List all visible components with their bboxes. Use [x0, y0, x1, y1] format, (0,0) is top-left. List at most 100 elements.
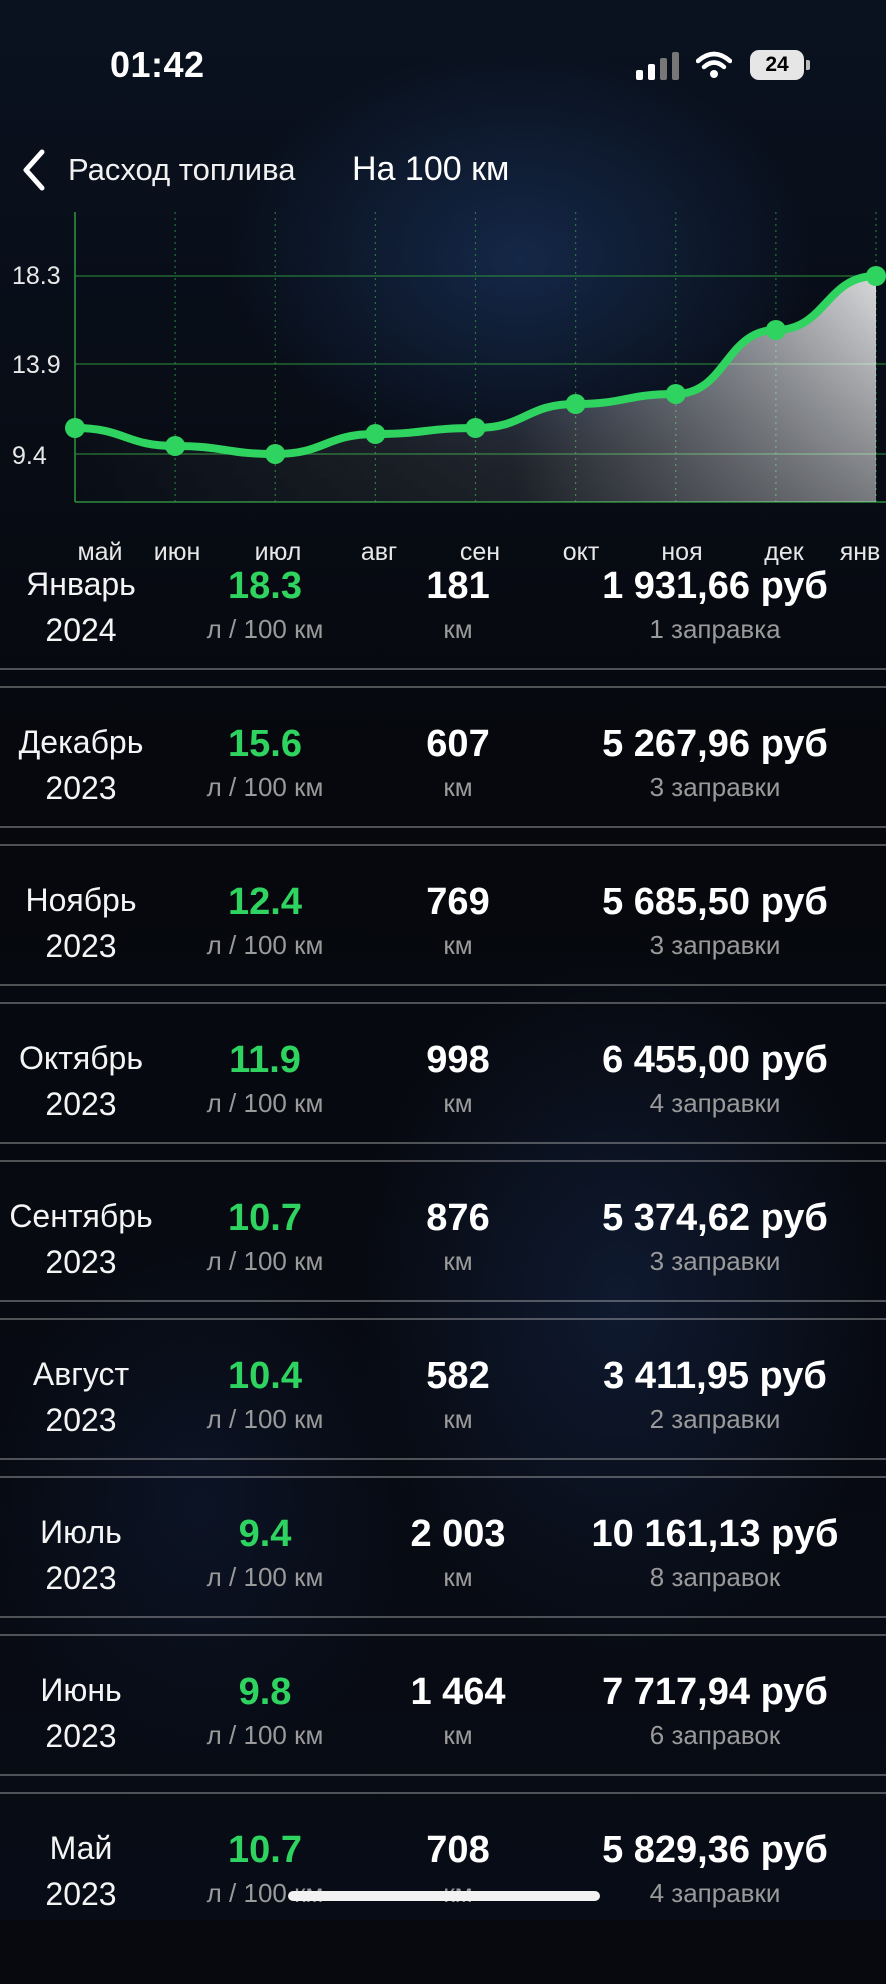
row-consumption-unit: л / 100 км: [206, 614, 324, 644]
row-consumption: 10.7: [228, 1829, 302, 1871]
row-distance-unit: км: [443, 1720, 473, 1750]
status-time: 01:42: [110, 44, 205, 85]
row-month: Январь: [26, 566, 136, 602]
row-cost: 1 931,66 руб: [602, 565, 828, 607]
row-divider: [0, 1774, 886, 1776]
row-cost: 10 161,13 руб: [591, 1513, 839, 1555]
row-year: 2023: [45, 770, 117, 806]
row-divider: [0, 844, 886, 846]
row-month: Сентябрь: [9, 1198, 153, 1234]
row-fillups: 3 заправки: [649, 1246, 781, 1276]
row-distance-unit: км: [443, 772, 473, 802]
row-divider: [0, 1142, 886, 1144]
month-row[interactable]: Ноябрь 2023 12.4 л / 100 км 769 км 5 685…: [0, 844, 886, 1036]
row-cost: 5 374,62 руб: [602, 1197, 828, 1239]
row-consumption: 11.9: [229, 1039, 301, 1081]
row-fillups: 3 заправки: [649, 930, 781, 960]
row-cost: 7 717,94 руб: [602, 1671, 828, 1713]
row-distance-unit: км: [443, 1562, 473, 1592]
back-button-label[interactable]: Расход топлива: [68, 152, 295, 188]
row-consumption: 15.6: [228, 723, 302, 765]
row-cost: 3 411,95 руб: [603, 1355, 827, 1397]
row-year: 2023: [45, 1876, 117, 1912]
data-point[interactable]: [165, 436, 186, 456]
row-distance: 708: [426, 1829, 490, 1871]
row-divider: [0, 1476, 886, 1478]
data-point[interactable]: [565, 394, 586, 414]
monthly-list: Январь 2024 18.3 л / 100 км 181 км 1 931…: [0, 562, 886, 1984]
navigation-bar: Расход топлива На 100 км: [0, 140, 886, 200]
month-row[interactable]: Декабрь 2023 15.6 л / 100 км 607 км 5 26…: [0, 686, 886, 878]
y-tick-label: 9.4: [12, 442, 47, 470]
row-consumption-unit: л / 100 км: [206, 1088, 324, 1118]
data-point[interactable]: [365, 424, 386, 444]
row-year: 2023: [45, 1086, 117, 1122]
row-fillups: 4 заправки: [649, 1878, 781, 1908]
row-year: 2024: [45, 612, 117, 648]
row-consumption-unit: л / 100 км: [206, 930, 324, 960]
row-divider: [0, 1458, 886, 1460]
month-row[interactable]: Сентябрь 2023 10.7 л / 100 км 876 км 5 3…: [0, 1160, 886, 1352]
row-month: Июль: [40, 1514, 122, 1550]
row-distance-unit: км: [443, 1088, 473, 1118]
row-year: 2023: [45, 1560, 117, 1596]
row-divider: [0, 1300, 886, 1302]
data-point[interactable]: [465, 418, 486, 438]
mode-selector[interactable]: На 100 км: [352, 150, 509, 189]
row-divider: [0, 1634, 886, 1636]
row-divider: [0, 826, 886, 828]
month-row[interactable]: Октябрь 2023 11.9 л / 100 км 998 км 6 45…: [0, 1002, 886, 1194]
row-distance: 2 003: [410, 1513, 506, 1555]
row-distance: 582: [426, 1355, 490, 1397]
row-distance: 769: [426, 881, 490, 923]
data-point[interactable]: [265, 444, 286, 464]
row-consumption: 18.3: [228, 565, 302, 607]
battery-level: 24: [750, 50, 804, 80]
chart-plot: [65, 212, 886, 503]
y-tick-label: 18.3: [12, 262, 61, 290]
row-divider: [0, 1616, 886, 1618]
row-consumption: 12.4: [228, 881, 302, 923]
data-point[interactable]: [65, 418, 85, 438]
consumption-chart: 18.3 13.9 9.4 май июн июл авг сен окт но…: [0, 212, 886, 572]
month-row[interactable]: Июль 2023 9.4 л / 100 км 2 003 км 10 161…: [0, 1476, 886, 1668]
data-point[interactable]: [665, 384, 686, 404]
row-distance-unit: км: [443, 1246, 473, 1276]
month-row[interactable]: Июнь 2023 9.8 л / 100 км 1 464 км 7 717,…: [0, 1634, 886, 1826]
row-year: 2023: [45, 1402, 117, 1438]
row-month: Ноябрь: [25, 882, 137, 918]
row-year: 2023: [45, 1718, 117, 1754]
row-cost: 5 685,50 руб: [602, 881, 828, 923]
row-consumption: 9.8: [238, 1671, 292, 1713]
month-row[interactable]: Август 2023 10.4 л / 100 км 582 км 3 411…: [0, 1318, 886, 1510]
row-consumption-unit: л / 100 км: [206, 772, 324, 802]
row-month: Август: [32, 1356, 130, 1392]
data-point[interactable]: [765, 320, 786, 340]
row-month: Октябрь: [18, 1040, 144, 1076]
row-month: Декабрь: [18, 724, 144, 760]
row-year: 2023: [45, 1244, 117, 1280]
home-indicator[interactable]: [288, 1891, 600, 1901]
row-fillups: 6 заправок: [649, 1720, 781, 1750]
month-row[interactable]: Май 2023 10.7 л / 100 км 708 км 5 829,36…: [0, 1792, 886, 1984]
row-divider: [0, 1160, 886, 1162]
row-fillups: 2 заправки: [649, 1404, 781, 1434]
row-fillups: 1 заправка: [649, 614, 781, 644]
row-divider: [0, 668, 886, 670]
month-row[interactable]: Январь 2024 18.3 л / 100 км 181 км 1 931…: [0, 562, 886, 720]
row-divider: [0, 1792, 886, 1794]
row-distance-unit: км: [443, 1404, 473, 1434]
row-distance: 1 464: [410, 1671, 506, 1713]
row-fillups: 4 заправки: [649, 1088, 781, 1118]
row-month: Май: [49, 1830, 113, 1866]
data-point[interactable]: [866, 266, 886, 286]
y-tick-label: 13.9: [12, 351, 61, 379]
battery-icon: 24: [750, 50, 810, 80]
row-cost: 5 267,96 руб: [602, 723, 828, 765]
row-distance-unit: км: [443, 930, 473, 960]
row-cost: 5 829,36 руб: [602, 1829, 828, 1871]
row-distance: 607: [426, 723, 490, 765]
row-consumption-unit: л / 100 км: [206, 1246, 324, 1276]
row-distance-unit: км: [443, 614, 473, 644]
back-chevron-icon[interactable]: [18, 148, 50, 192]
